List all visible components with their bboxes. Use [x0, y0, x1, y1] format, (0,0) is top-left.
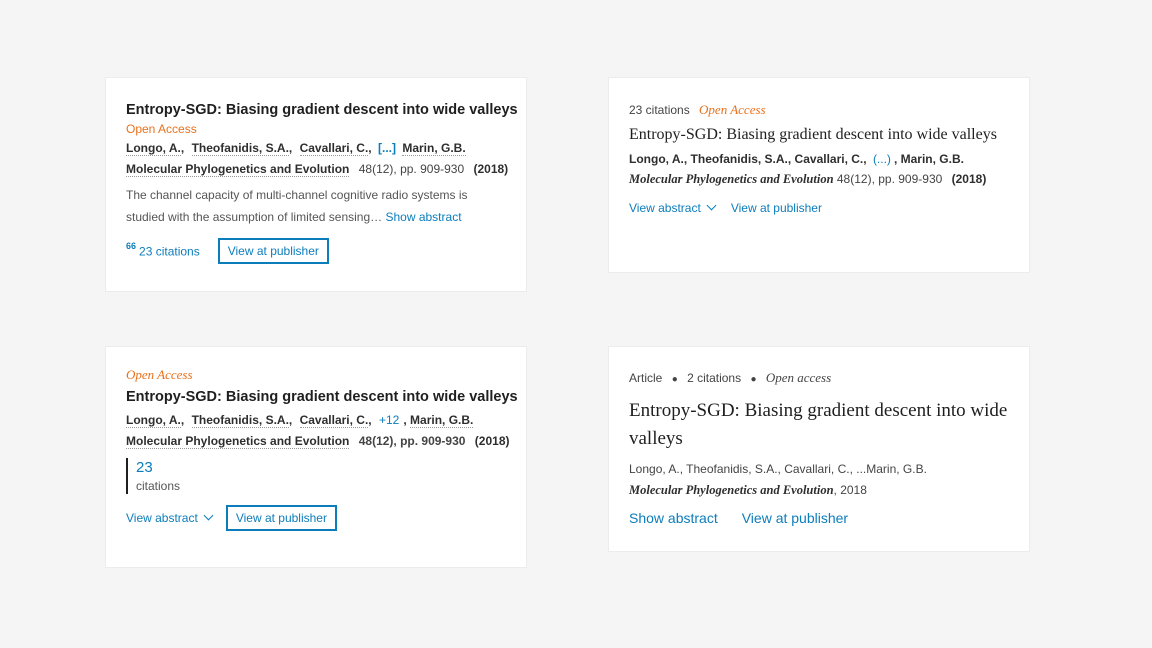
author-names: Longo, A., Theofanidis, S.A., Cavallari,… [629, 152, 867, 166]
result-card-4: Article ● 2 citations ● Open access Entr… [608, 346, 1030, 552]
quote-icon: 66 [126, 241, 137, 252]
more-authors-button[interactable]: +12 [379, 413, 399, 427]
card-meta: 23 citations Open Access [629, 101, 1009, 119]
author-link[interactable]: Longo, A. [126, 413, 181, 428]
publication-year: (2018) [474, 434, 510, 448]
last-author: Marin, G.B. [900, 152, 964, 166]
source-line: Molecular Phylogenetics and Evolution 48… [629, 169, 1009, 189]
chevron-down-icon [203, 510, 214, 521]
author-link[interactable]: Marin, G.B. [410, 413, 474, 428]
show-abstract-link[interactable]: Show abstract [385, 210, 461, 224]
citations-label: citations [136, 479, 181, 493]
journal-link[interactable]: Molecular Phylogenetics and Evolution [126, 162, 350, 177]
view-at-publisher-button[interactable]: View at publisher [217, 238, 329, 264]
result-card-1: Entropy-SGD: Biasing gradient descent in… [105, 77, 527, 292]
separator-dot: ● [750, 374, 757, 385]
citations-count: 23 citations [139, 244, 200, 259]
card-actions: View abstract View at publisher [629, 200, 1009, 215]
open-access-label: Open Access [699, 102, 766, 117]
article-title[interactable]: Entropy-SGD: Biasing gradient descent in… [629, 397, 1009, 453]
card-actions: Show abstract View at publisher [629, 510, 1009, 526]
view-at-publisher-button[interactable]: View at publisher [225, 505, 337, 531]
article-title[interactable]: Entropy-SGD: Biasing gradient descent in… [126, 100, 518, 120]
more-authors-button[interactable]: [...] [378, 141, 396, 155]
view-abstract-button[interactable]: View abstract [629, 200, 717, 215]
author-link[interactable]: Theofanidis, S.A. [191, 141, 289, 156]
article-title[interactable]: Entropy-SGD: Biasing gradient descent in… [629, 123, 1009, 147]
publication-year: (2018) [473, 162, 509, 176]
author-link[interactable]: Longo, A. [126, 141, 181, 156]
citations-block: 23 citations [126, 458, 506, 494]
view-at-publisher-link[interactable]: View at publisher [731, 201, 822, 215]
source-line: Molecular Phylogenetics and Evolution 48… [126, 158, 509, 180]
view-abstract-button[interactable]: View abstract [126, 510, 214, 525]
journal-link[interactable]: Molecular Phylogenetics and Evolution [126, 434, 350, 449]
view-abstract-label: View abstract [629, 201, 701, 215]
volume-pages: 48(12), pp. 909-930 [836, 172, 943, 186]
card-actions: 66 23 citations View at publisher [126, 238, 506, 264]
citations-count: 2 citations [687, 371, 742, 385]
open-access-label: Open access [765, 370, 832, 385]
card-meta: Article ● 2 citations ● Open access [629, 369, 1009, 389]
show-abstract-link[interactable]: Show abstract [629, 510, 718, 526]
author-list: Longo, A., Theofanidis, S.A., Cavallari,… [126, 141, 466, 156]
more-authors-button[interactable]: (...) [873, 152, 891, 166]
citations-count-link[interactable]: 23 [136, 458, 506, 478]
publication-year: , 2018 [833, 483, 867, 497]
author-link[interactable]: Cavallari, C. [299, 413, 369, 428]
view-at-publisher-link[interactable]: View at publisher [742, 510, 848, 526]
journal-name: Molecular Phylogenetics and Evolution [629, 483, 834, 497]
card-actions: View abstract View at publisher [126, 505, 506, 531]
source-line: Molecular Phylogenetics and Evolution, 2… [629, 479, 1009, 501]
author-link[interactable]: Theofanidis, S.A. [191, 413, 289, 428]
open-access-label: Open Access [126, 122, 197, 136]
author-list: Longo, A., Theofanidis, S.A., Cavallari,… [126, 413, 474, 428]
author-list: Longo, A., Theofanidis, S.A., Cavallari,… [629, 152, 964, 166]
chevron-down-icon [706, 200, 717, 211]
author-link[interactable]: Cavallari, C. [299, 141, 369, 156]
volume-pages: 48(12), pp. 909-930 [358, 434, 466, 448]
view-abstract-label: View abstract [126, 511, 198, 525]
source-line: Molecular Phylogenetics and Evolution 48… [126, 430, 509, 452]
author-link[interactable]: Marin, G.B. [402, 141, 466, 156]
citations-link[interactable]: 66 23 citations [126, 241, 200, 260]
result-card-3: Open Access Entropy-SGD: Biasing gradien… [105, 346, 527, 568]
publication-year: (2018) [951, 172, 987, 186]
document-type: Article [629, 371, 663, 385]
separator-dot: ● [671, 374, 678, 385]
volume-pages: 48(12), pp. 909-930 [358, 162, 465, 176]
author-list: Longo, A., Theofanidis, S.A., Cavallari,… [629, 462, 927, 476]
open-access-label: Open Access [126, 367, 193, 382]
abstract-snippet: The channel capacity of multi-channel co… [126, 184, 506, 228]
journal-name: Molecular Phylogenetics and Evolution [629, 172, 834, 186]
article-title[interactable]: Entropy-SGD: Biasing gradient descent in… [126, 387, 518, 407]
citations-count: 23 citations [629, 103, 690, 117]
result-card-2: 23 citations Open Access Entropy-SGD: Bi… [608, 77, 1030, 273]
